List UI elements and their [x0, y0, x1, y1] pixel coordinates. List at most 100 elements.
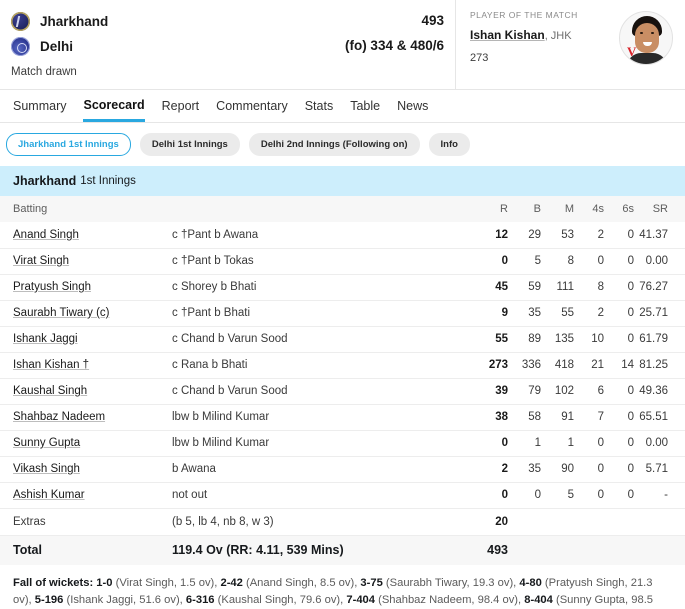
pill-delhi-2nd-innings[interactable]: Delhi 2nd Innings (Following on)	[248, 133, 420, 156]
team-score-1: 493	[421, 13, 444, 28]
batsman-name[interactable]: Virat Singh	[13, 255, 69, 267]
fall-of-wickets-label: Fall of wickets:	[13, 577, 94, 589]
tab-scorecard[interactable]: Scorecard	[83, 90, 145, 122]
strike-rate-value: -	[664, 489, 668, 501]
table-row[interactable]: Anand Singh c †Pant b Awana 12 29 53 2 0…	[0, 222, 685, 248]
potm-player-name[interactable]: Ishan Kishan	[470, 28, 545, 42]
fow-detail: (Kaushal Singh, 79.6 ov),	[214, 593, 344, 606]
table-header-row: Batting R B M 4s 6s SR	[0, 196, 685, 222]
table-row[interactable]: Kaushal Singh c Chand b Varun Sood 39 79…	[0, 378, 685, 404]
total-label: Total	[13, 543, 42, 558]
batsman-name[interactable]: Pratyush Singh	[13, 281, 91, 293]
table-row[interactable]: Ishank Jaggi c Chand b Varun Sood 55 89 …	[0, 326, 685, 352]
batsman-name[interactable]: Sunny Gupta	[13, 437, 80, 449]
innings-filter-bar: Jharkhand 1st Innings Delhi 1st Innings …	[0, 123, 685, 166]
minutes-value: 53	[561, 228, 574, 241]
tab-commentary[interactable]: Commentary	[216, 90, 288, 122]
strike-rate-value: 61.79	[639, 333, 668, 345]
dismissal-text: c Chand b Varun Sood	[172, 333, 288, 345]
table-row[interactable]: Ashish Kumar not out 0 0 5 0 0 -	[0, 482, 685, 508]
fow-score: 6-316	[182, 593, 215, 606]
innings-title: 1st Innings	[80, 175, 136, 187]
table-row[interactable]: Shahbaz Nadeem lbw b Milind Kumar 38 58 …	[0, 404, 685, 430]
table-row[interactable]: Vikash Singh b Awana 2 35 90 0 0 5.71	[0, 456, 685, 482]
tab-stats[interactable]: Stats	[305, 90, 334, 122]
sixes-value: 0	[627, 463, 634, 475]
runs-value: 55	[495, 333, 508, 345]
team-name-2: Delhi	[40, 39, 74, 54]
sixes-value: 0	[627, 255, 634, 267]
minutes-value: 55	[561, 307, 574, 319]
potm-name-line: Ishan Kishan, JHK	[470, 26, 578, 44]
batsman-name[interactable]: Ashish Kumar	[13, 489, 85, 501]
fow-detail: (Anand Singh, 8.5 ov),	[242, 577, 358, 589]
dismissal-text: c Chand b Varun Sood	[172, 385, 288, 397]
balls-value: 59	[528, 281, 541, 293]
extras-label: Extras	[13, 515, 46, 528]
table-row[interactable]: Virat Singh c †Pant b Tokas 0 5 8 0 0 0.…	[0, 248, 685, 274]
batsman-name[interactable]: Ishan Kishan †	[13, 359, 89, 371]
fow-score: 3-75	[357, 577, 383, 589]
fow-score: 2-42	[217, 577, 243, 589]
runs-value: 38	[495, 411, 508, 423]
jharkhand-logo-icon	[11, 12, 30, 31]
extras-detail: (b 5, lb 4, nb 8, w 3)	[172, 515, 274, 528]
dismissal-text: not out	[172, 489, 208, 501]
balls-value: 89	[528, 333, 541, 345]
avatar-eye-right	[651, 32, 654, 34]
fow-score: 7-404	[343, 593, 375, 606]
match-result: Match drawn	[11, 66, 77, 78]
innings-banner: Jharkhand 1st Innings	[0, 166, 685, 196]
dismissal-text: c †Pant b Awana	[172, 228, 259, 241]
dismissal-text: b Awana	[172, 463, 216, 475]
avatar-face	[635, 23, 659, 53]
batsman-name[interactable]: Anand Singh	[13, 229, 79, 241]
fow-detail: (Saurabh Tiwary, 19.3 ov),	[382, 577, 517, 589]
batsman-name[interactable]: Saurabh Tiwary (c)	[13, 307, 110, 319]
tab-news[interactable]: News	[397, 90, 428, 122]
runs-value: 0	[501, 489, 508, 501]
balls-value: 5	[534, 255, 541, 267]
column-header-strike-rate: SR	[652, 203, 668, 215]
batsman-name[interactable]: Vikash Singh	[13, 463, 80, 475]
strike-rate-value: 81.25	[639, 359, 668, 371]
total-row: Total 119.4 Ov (RR: 4.11, 539 Mins) 493	[0, 535, 685, 565]
table-row[interactable]: Sunny Gupta lbw b Milind Kumar 0 1 1 0 0…	[0, 430, 685, 456]
strike-rate-value: 65.51	[639, 411, 668, 423]
potm-text-block: PLAYER OF THE MATCH Ishan Kishan, JHK 27…	[470, 10, 578, 89]
fow-score: 5-196	[31, 593, 64, 606]
pill-info[interactable]: Info	[428, 133, 470, 156]
column-header-balls: B	[533, 203, 541, 215]
batsman-name[interactable]: Ishank Jaggi	[13, 333, 78, 345]
potm-label: PLAYER OF THE MATCH	[470, 10, 578, 20]
fours-value: 8	[597, 281, 604, 293]
runs-value: 9	[501, 307, 508, 319]
fours-value: 0	[597, 489, 604, 501]
fours-value: 10	[591, 333, 604, 345]
innings-team-name: Jharkhand	[13, 174, 77, 188]
runs-value: 12	[495, 228, 508, 241]
pill-jharkhand-1st-innings[interactable]: Jharkhand 1st Innings	[6, 133, 131, 156]
table-row[interactable]: Saurabh Tiwary (c) c †Pant b Bhati 9 35 …	[0, 300, 685, 326]
pill-delhi-1st-innings[interactable]: Delhi 1st Innings	[139, 133, 240, 156]
runs-value: 45	[495, 281, 508, 293]
fall-of-wickets-list: 1-0 (Virat Singh, 1.5 ov), 2-42 (Anand S…	[13, 577, 653, 609]
column-header-fours: 4s	[592, 203, 604, 215]
strike-rate-value: 76.27	[639, 281, 668, 293]
tab-summary[interactable]: Summary	[13, 90, 66, 122]
batsman-name[interactable]: Shahbaz Nadeem	[13, 411, 105, 423]
table-row[interactable]: Pratyush Singh c Shorey b Bhati 45 59 11…	[0, 274, 685, 300]
potm-player-stat: 273	[470, 52, 489, 64]
sixes-value: 0	[627, 281, 634, 293]
table-row[interactable]: Ishan Kishan † c Rana b Bhati 273 336 41…	[0, 352, 685, 378]
tab-report[interactable]: Report	[162, 90, 200, 122]
runs-value: 2	[501, 463, 508, 475]
strike-rate-value: 25.71	[639, 307, 668, 319]
total-value: 493	[487, 543, 508, 558]
dismissal-text: lbw b Milind Kumar	[172, 437, 270, 449]
fours-value: 2	[597, 307, 604, 319]
dismissal-text: c †Pant b Tokas	[172, 255, 254, 267]
team-row-1[interactable]: Jharkhand	[11, 9, 444, 34]
tab-table[interactable]: Table	[350, 90, 380, 122]
batsman-name[interactable]: Kaushal Singh	[13, 385, 87, 397]
